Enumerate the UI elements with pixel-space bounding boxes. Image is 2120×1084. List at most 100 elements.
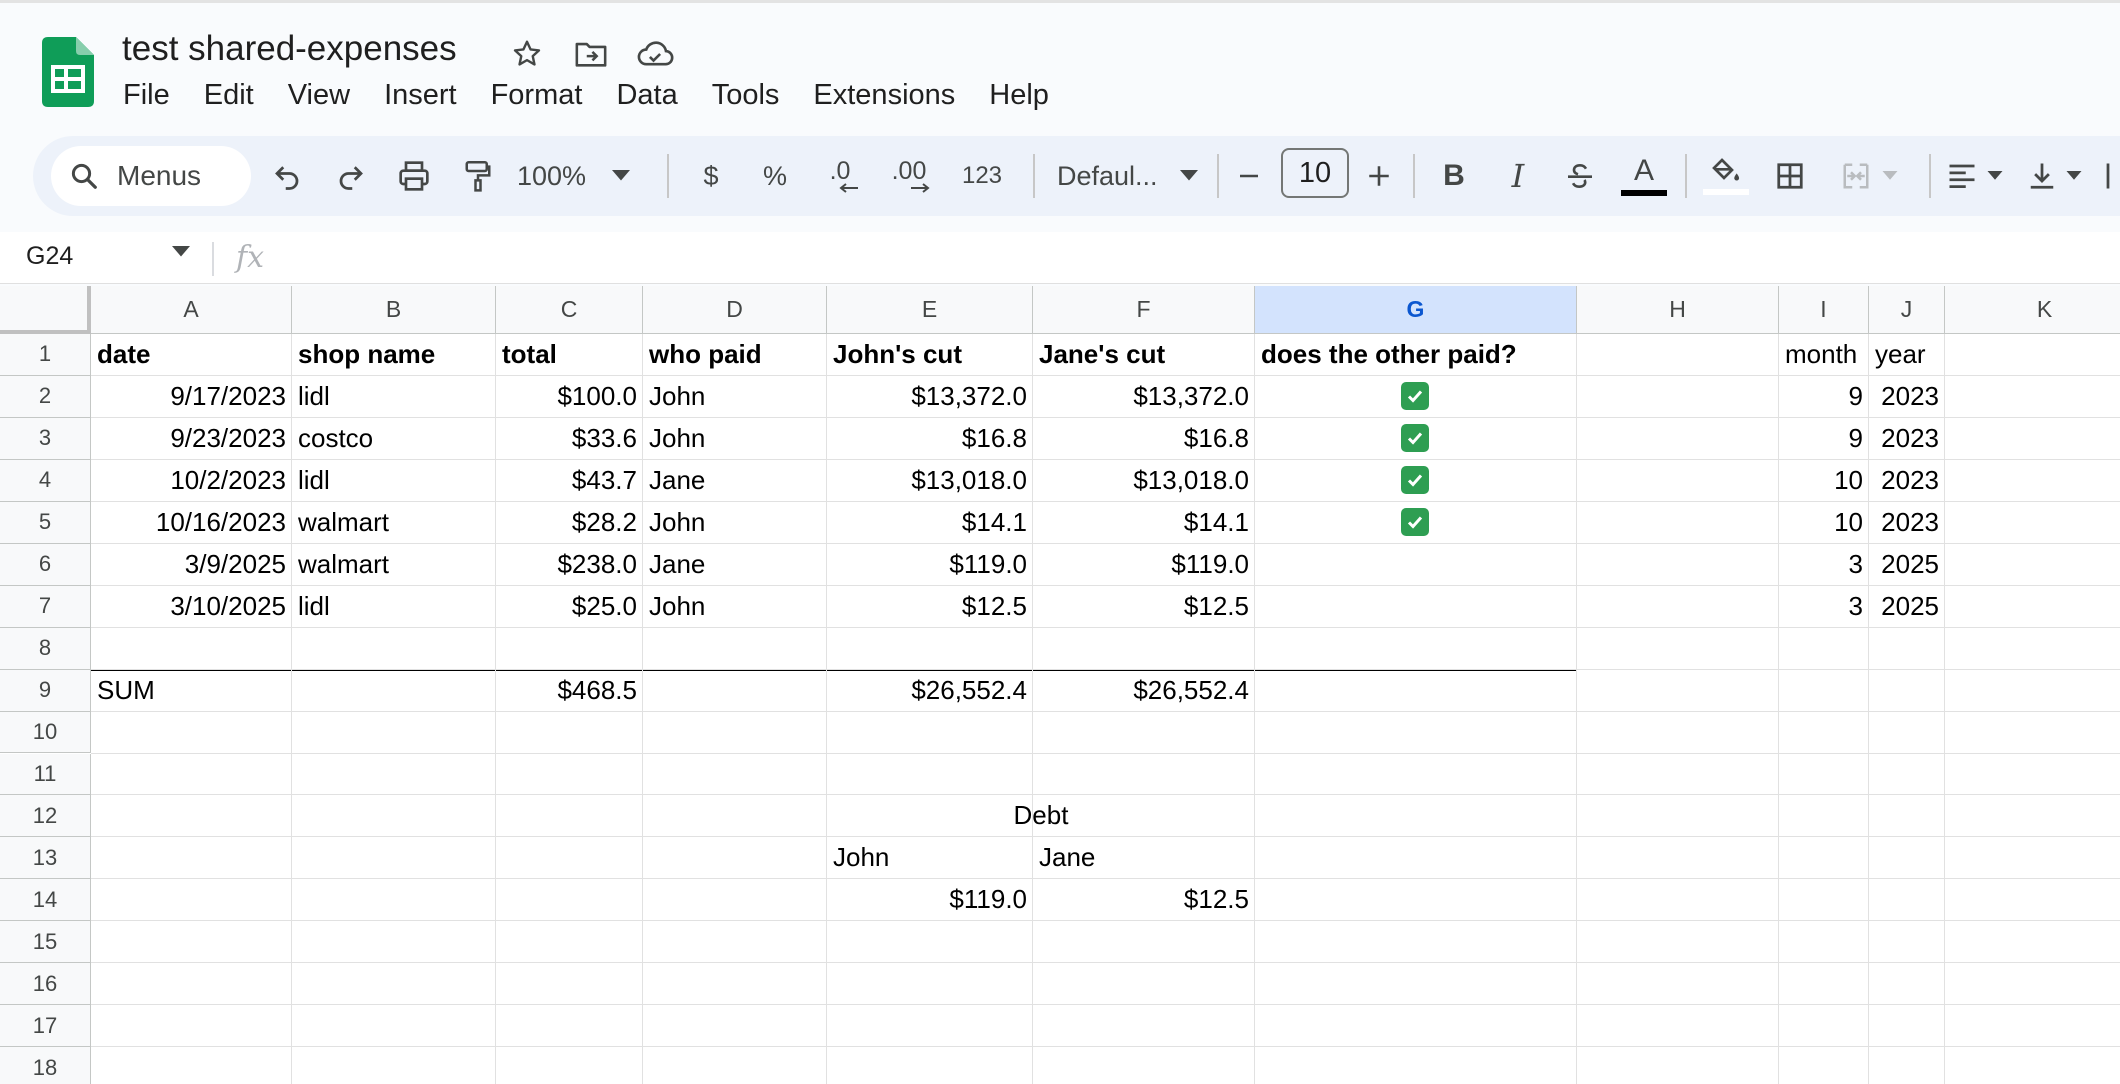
cell-johns-cut[interactable]: $119.0 [827,544,1033,585]
cell-johns-cut[interactable]: $16.8 [827,418,1033,459]
row-header-9[interactable]: 9 [0,669,91,712]
cell-shop-name[interactable]: costco [292,418,496,459]
font-size-input[interactable]: 10 [1281,148,1349,198]
header-cell-date[interactable]: date [91,334,292,375]
merge-cells-button[interactable] [1829,148,1909,204]
cell-shop-name[interactable]: walmart [292,544,496,585]
cell-johns-cut[interactable]: $13,372.0 [827,376,1033,417]
cell-date[interactable]: 9/17/2023 [91,376,292,417]
header-cell-total[interactable]: total [496,334,643,375]
row-header-14[interactable]: 14 [0,879,91,922]
column-header-g[interactable]: G [1255,286,1577,334]
cell-other-paid[interactable] [1255,376,1577,417]
cell-total[interactable]: $100.0 [496,376,643,417]
menu-view[interactable]: View [271,77,367,117]
column-header-i[interactable]: I [1779,286,1869,334]
text-wrap-button[interactable] [2103,148,2120,204]
cell-year[interactable]: 2023 [1869,418,1945,459]
bold-button[interactable]: B [1431,148,1477,204]
menu-extensions[interactable]: Extensions [796,77,972,117]
menu-data[interactable]: Data [599,77,694,117]
cell-date[interactable]: 3/9/2025 [91,544,292,585]
cell-who-paid[interactable]: John [643,418,827,459]
cell-janes-cut[interactable]: $13,372.0 [1033,376,1255,417]
cell-janes-cut[interactable]: $16.8 [1033,418,1255,459]
fill-color-button[interactable] [1701,148,1751,204]
cell-shop-name[interactable]: lidl [292,586,496,627]
paint-format-button[interactable] [455,148,501,204]
cell-total[interactable]: $33.6 [496,418,643,459]
cell-who-paid[interactable]: John [643,502,827,543]
increase-decimal-button[interactable]: .00 [879,148,939,204]
undo-button[interactable] [265,148,309,204]
cell-date[interactable]: 3/10/2025 [91,586,292,627]
cell-debt-john-value[interactable]: $119.0 [827,879,1033,920]
cell-total[interactable]: $25.0 [496,586,643,627]
cell-month[interactable]: 9 [1779,418,1869,459]
cell-sum-total[interactable]: $468.5 [496,670,643,711]
italic-button[interactable]: I [1495,148,1541,204]
text-color-button[interactable]: A [1619,148,1669,204]
cell-total[interactable]: $238.0 [496,544,643,585]
cell-year[interactable]: 2023 [1869,460,1945,501]
cell-sum-johns-cut[interactable]: $26,552.4 [827,670,1033,711]
cell-debt-john-label[interactable]: John [827,837,1033,878]
cell-month[interactable]: 10 [1779,460,1869,501]
strikethrough-button[interactable] [1557,148,1603,204]
sheets-logo-icon[interactable] [42,37,94,107]
cell-debt-jane-label[interactable]: Jane [1033,837,1255,878]
more-formats-button[interactable]: 123 [951,148,1013,204]
cell-total[interactable]: $28.2 [496,502,643,543]
vertical-align-button[interactable] [2023,148,2087,204]
cell-year[interactable]: 2023 [1869,376,1945,417]
menu-format[interactable]: Format [474,77,600,117]
cell-shop-name[interactable]: lidl [292,460,496,501]
header-cell-payer[interactable]: who paid [643,334,827,375]
cell-other-paid[interactable] [1255,586,1577,627]
cell-month[interactable]: 9 [1779,376,1869,417]
menu-tools[interactable]: Tools [695,77,797,117]
cell-johns-cut[interactable]: $12.5 [827,586,1033,627]
header-cell-paid[interactable]: does the other paid? [1255,334,1577,375]
row-header-8[interactable]: 8 [0,627,91,670]
redo-button[interactable] [329,148,373,204]
column-header-h[interactable]: H [1577,286,1779,334]
row-header-12[interactable]: 12 [0,795,91,838]
menu-file[interactable]: File [106,77,187,117]
column-header-a[interactable]: A [91,286,292,334]
cell-debt-jane-value[interactable]: $12.5 [1033,879,1255,920]
cell-sum-janes-cut[interactable]: $26,552.4 [1033,670,1255,711]
row-header-7[interactable]: 7 [0,585,91,628]
cell-johns-cut[interactable]: $13,018.0 [827,460,1033,501]
row-header-6[interactable]: 6 [0,543,91,586]
zoom-select[interactable]: 100% [517,148,637,204]
cell-other-paid[interactable] [1255,460,1577,501]
cell-janes-cut[interactable]: $119.0 [1033,544,1255,585]
row-header-16[interactable]: 16 [0,963,91,1006]
select-all-corner[interactable] [0,286,91,334]
column-header-k[interactable]: K [1945,286,2120,334]
search-menus-button[interactable]: Menus [51,146,251,206]
increase-font-size-button[interactable] [1359,148,1399,204]
currency-button[interactable]: $ [689,148,733,204]
cell-year[interactable]: 2025 [1869,544,1945,585]
column-header-c[interactable]: C [496,286,643,334]
row-header-13[interactable]: 13 [0,837,91,880]
font-family-select[interactable]: Defaul... [1035,148,1235,204]
row-header-18[interactable]: 18 [0,1047,91,1084]
column-header-j[interactable]: J [1869,286,1945,334]
cell-other-paid[interactable] [1255,502,1577,543]
cell-debt-title[interactable]: Debt [827,795,1255,836]
cell-shop-name[interactable]: walmart [292,502,496,543]
cell-year[interactable]: 2023 [1869,502,1945,543]
row-header-15[interactable]: 15 [0,921,91,964]
cell-janes-cut[interactable]: $12.5 [1033,586,1255,627]
cell-who-paid[interactable]: John [643,376,827,417]
name-box[interactable]: G24 [26,242,73,271]
cell-month[interactable]: 10 [1779,502,1869,543]
column-header-d[interactable]: D [643,286,827,334]
header-cell-shop[interactable]: shop name [292,334,496,375]
header-cell-jane_cut[interactable]: Jane's cut [1033,334,1255,375]
chevron-down-icon[interactable] [172,246,190,258]
cell-janes-cut[interactable]: $13,018.0 [1033,460,1255,501]
